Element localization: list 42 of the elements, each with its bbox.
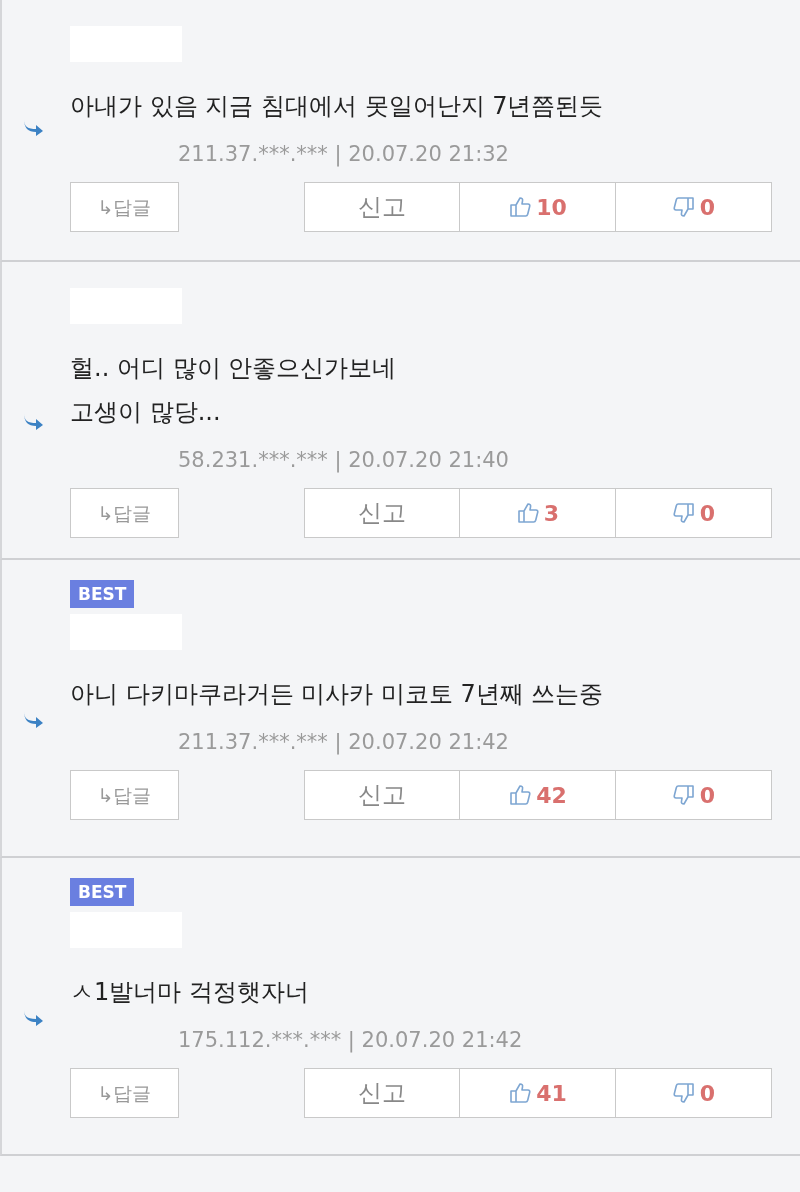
thumbs-up-icon — [508, 195, 533, 219]
vote-count: 10 — [536, 193, 567, 222]
comment-text: 아니 다키마쿠라거든 미사카 미코토 7년째 쓰는중 — [70, 679, 605, 710]
like-button[interactable]: 42 — [460, 770, 616, 820]
dislike-button[interactable]: 0 — [616, 770, 772, 820]
thumbs-up-icon — [515, 501, 540, 525]
comment-text: 헐.. 어디 많이 안좋으신가보네 고생이 많당... — [70, 353, 398, 428]
vote-count: 42 — [536, 781, 567, 810]
report-button[interactable]: 신고 — [304, 770, 460, 820]
reply-button[interactable]: ↳답글 — [70, 182, 179, 232]
like-button[interactable]: 10 — [460, 182, 616, 232]
comment-meta: 211.37.***.*** | 20.07.20 21:42 — [178, 729, 510, 757]
thumbs-down-icon — [671, 195, 696, 219]
thumbs-down-icon — [671, 501, 696, 525]
comment-meta: 211.37.***.*** | 20.07.20 21:32 — [178, 141, 510, 169]
like-button[interactable]: 3 — [460, 488, 616, 538]
report-button[interactable]: 신고 — [304, 182, 460, 232]
dislike-button[interactable]: 0 — [616, 488, 772, 538]
like-button[interactable]: 41 — [460, 1068, 616, 1118]
vote-count: 41 — [536, 1079, 567, 1108]
comment-text: 아내가 있음 지금 침대에서 못일어난지 7년쯤된듯 — [70, 91, 605, 122]
best-badge: BEST — [70, 580, 135, 608]
vote-count: 0 — [699, 1079, 716, 1108]
thumbs-up-icon — [508, 783, 533, 807]
vote-count: 0 — [699, 499, 716, 528]
thumbs-down-icon — [671, 1081, 696, 1105]
vote-count: 0 — [699, 193, 716, 222]
reply-button[interactable]: ↳답글 — [70, 770, 179, 820]
dislike-button[interactable]: 0 — [616, 1068, 772, 1118]
best-badge: BEST — [70, 878, 135, 906]
vote-count: 0 — [699, 781, 716, 810]
reply-button[interactable]: ↳답글 — [70, 1068, 179, 1118]
comment-meta: 58.231.***.*** | 20.07.20 21:40 — [178, 447, 510, 475]
comment-meta: 175.112.***.*** | 20.07.20 21:42 — [178, 1027, 524, 1055]
report-button[interactable]: 신고 — [304, 488, 460, 538]
thumbs-down-icon — [671, 783, 696, 807]
report-button[interactable]: 신고 — [304, 1068, 460, 1118]
vote-count: 3 — [543, 499, 560, 528]
comment-text: ㅅ1발너마 걱정햇자너 — [70, 977, 310, 1008]
dislike-button[interactable]: 0 — [616, 182, 772, 232]
thumbs-up-icon — [508, 1081, 533, 1105]
reply-button[interactable]: ↳답글 — [70, 488, 179, 538]
